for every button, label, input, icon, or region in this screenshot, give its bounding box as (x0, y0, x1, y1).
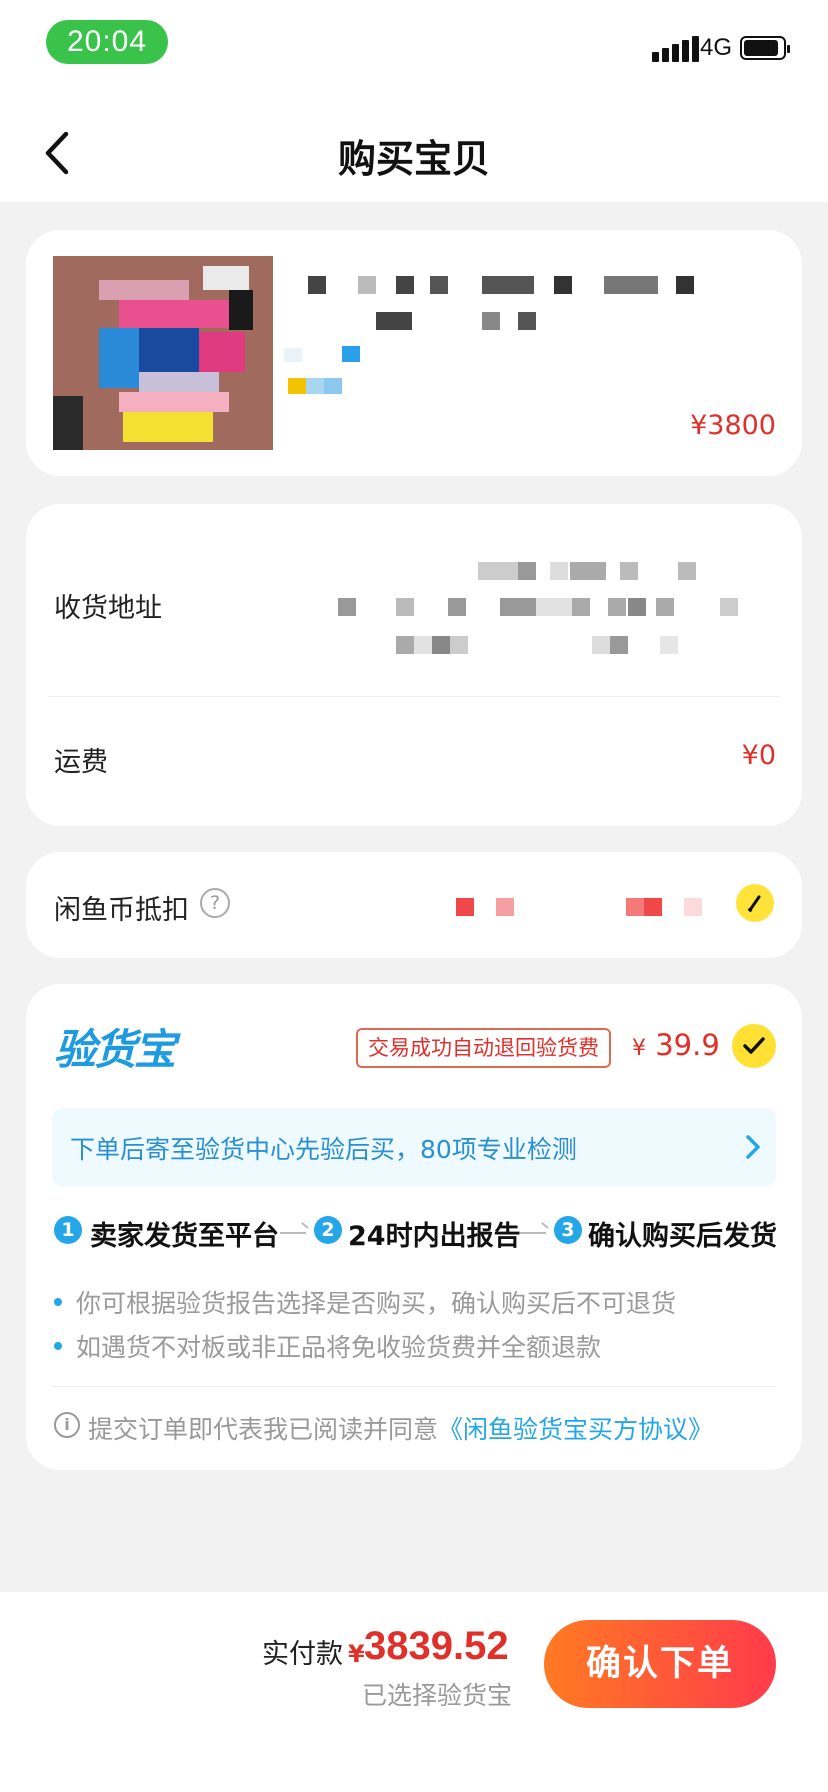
step-3-label: 确认购买后发货 (588, 1221, 777, 1252)
chevron-right-icon (746, 1135, 760, 1159)
shipping-fee-value: ¥0 (741, 740, 776, 771)
refund-tag: 交易成功自动退回验货费 (356, 1028, 611, 1068)
note-2: 如遇货不对板或非正品将免收验货费并全额退款 (76, 1333, 602, 1362)
agreement-prefix: 提交订单即代表我已阅读并同意 (88, 1415, 439, 1444)
status-time: 20:04 (46, 20, 168, 64)
pay-currency: ¥ (348, 1640, 365, 1668)
check-icon (743, 1037, 765, 1054)
coin-deduction-label: 闲鱼币抵扣 (54, 895, 189, 926)
divider (48, 696, 780, 697)
inspection-logo: 验货宝 (54, 1025, 176, 1074)
pay-label: 实付款 (262, 1639, 343, 1670)
top-bar: 20:04 4G 购买宝贝 (0, 0, 828, 202)
bullet-icon (54, 1298, 62, 1306)
step-1-label: 卖家发货至平台 (90, 1221, 279, 1252)
step-arrow-icon (520, 1232, 546, 1234)
coin-toggle-icon[interactable] (736, 884, 774, 922)
agreement-link[interactable]: 《闲鱼验货宝买方协议》 (438, 1415, 713, 1444)
banner-text: 下单后寄至验货中心先验后买，80项专业检测 (70, 1135, 577, 1164)
product-title-redacted (284, 264, 724, 364)
shipping-card: 收货地址 运费 ¥0 (26, 504, 802, 826)
signal-icon (652, 36, 699, 62)
address-redacted[interactable] (338, 558, 798, 668)
confirm-order-button[interactable]: 确认下单 (544, 1620, 776, 1708)
divider (52, 1386, 776, 1387)
address-label: 收货地址 (54, 593, 162, 624)
step-1-number: 1 (54, 1216, 82, 1244)
inspection-selected-checkbox[interactable] (732, 1024, 776, 1068)
battery-icon (740, 36, 790, 60)
product-thumbnail[interactable] (53, 256, 273, 450)
fee-value: 39.9 (655, 1028, 720, 1062)
inspection-info-banner[interactable]: 下单后寄至验货中心先验后买，80项专业检测 (52, 1108, 776, 1186)
agreement-text: 提交订单即代表我已阅读并同意《闲鱼验货宝买方协议》 (88, 1410, 713, 1446)
step-2-number: 2 (314, 1216, 342, 1244)
coin-info-redacted (456, 898, 706, 918)
coin-deduction-card[interactable]: 闲鱼币抵扣 ? (26, 852, 802, 958)
step-arrow-icon (280, 1232, 306, 1234)
pay-subtitle: 已选择验货宝 (362, 1681, 513, 1710)
pay-amount: 3839.52 (364, 1624, 509, 1668)
shipping-fee-label: 运费 (54, 747, 108, 778)
step-2-label: 24时内出报告 (348, 1221, 521, 1252)
page-title: 购买宝贝 (337, 137, 490, 181)
bullet-icon (54, 1342, 62, 1350)
product-card[interactable]: ¥3800 (26, 230, 802, 476)
note-1: 你可根据验货报告选择是否购买，确认购买后不可退货 (76, 1289, 677, 1318)
fee-currency: ¥ (632, 1036, 646, 1061)
product-tag-redacted (284, 376, 384, 396)
step-3-number: 3 (554, 1216, 582, 1244)
help-icon[interactable]: ? (200, 888, 230, 918)
inspection-fee: ¥ 39.9 (632, 1028, 720, 1062)
info-icon: i (54, 1412, 80, 1438)
network-label: 4G (700, 34, 733, 61)
product-price: ¥3800 (690, 410, 776, 441)
